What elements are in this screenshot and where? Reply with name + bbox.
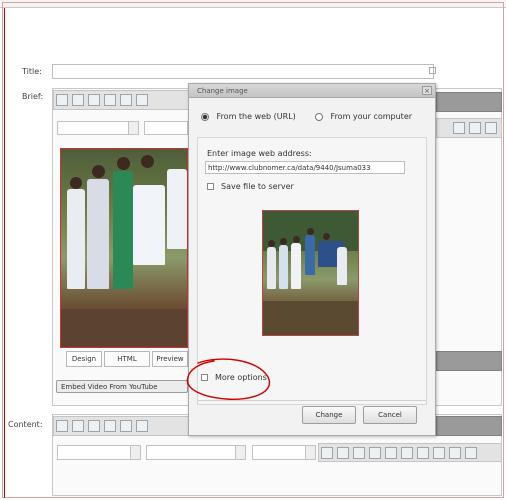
change-button[interactable]: Change (302, 406, 356, 424)
content-paragraph-dropdown[interactable] (57, 445, 141, 460)
photo-ground (61, 309, 187, 347)
paste-icon[interactable] (88, 94, 100, 106)
save-to-server-label: Save file to server (221, 182, 294, 191)
source-web-label: From the web (URL) (216, 112, 296, 121)
content-format-toolbar (318, 443, 502, 462)
close-icon[interactable]: × (422, 86, 432, 95)
content-toolbar (53, 416, 193, 436)
red-margin-line (4, 8, 5, 498)
cut-icon[interactable] (56, 94, 68, 106)
photo-child (133, 185, 165, 265)
numbering-icon[interactable] (433, 447, 445, 459)
font-dropdown[interactable] (144, 121, 188, 135)
title-resize-handle[interactable] (429, 67, 436, 74)
chevron-down-icon (130, 446, 140, 459)
numbering-icon[interactable] (469, 122, 481, 134)
brief-label: Brief: (22, 92, 44, 101)
redo-icon[interactable] (136, 420, 148, 432)
bold-icon[interactable] (321, 447, 333, 459)
content-toolbar-right (436, 416, 502, 436)
content-font-dropdown[interactable] (146, 445, 246, 460)
tab-html[interactable]: HTML (104, 351, 150, 367)
tab-design[interactable]: Design (66, 351, 102, 367)
annotation-ellipse (186, 358, 271, 400)
url-label: Enter image web address: (207, 149, 312, 158)
indent-icon[interactable] (485, 122, 497, 134)
radio-icon[interactable] (315, 112, 323, 121)
undo-icon[interactable] (120, 420, 132, 432)
content-label: Content: (8, 420, 43, 429)
italic-icon[interactable] (337, 447, 349, 459)
redo-icon[interactable] (136, 94, 148, 106)
copy-icon[interactable] (72, 94, 84, 106)
align-left-icon[interactable] (369, 447, 381, 459)
save-to-server-checkbox[interactable] (207, 183, 214, 190)
chevron-down-icon (128, 122, 138, 134)
chevron-down-icon (235, 446, 245, 459)
cut-icon[interactable] (56, 420, 68, 432)
content-size-dropdown[interactable] (252, 445, 316, 460)
brief-format-toolbar (436, 118, 502, 138)
outdent-icon[interactable] (465, 447, 477, 459)
source-computer-option[interactable]: From your computer (315, 112, 412, 121)
bullets-icon[interactable] (417, 447, 429, 459)
cancel-button[interactable]: Cancel (363, 406, 417, 424)
brief-toolbar (53, 90, 193, 110)
chevron-down-icon (305, 446, 315, 459)
brief-toolbar-right (436, 92, 502, 112)
source-computer-label: From your computer (330, 112, 413, 121)
align-center-icon[interactable] (385, 447, 397, 459)
photo-child (167, 169, 187, 249)
embed-video-button[interactable]: Embed Video From YouTube (56, 380, 188, 393)
paragraph-dropdown[interactable] (57, 121, 139, 135)
underline-icon[interactable] (353, 447, 365, 459)
title-input[interactable] (52, 64, 434, 79)
photo-child (67, 189, 85, 289)
image-url-input[interactable] (205, 161, 405, 174)
paste-text-icon[interactable] (104, 94, 116, 106)
paste-icon[interactable] (88, 420, 100, 432)
bullets-icon[interactable] (453, 122, 465, 134)
copy-icon[interactable] (72, 420, 84, 432)
align-right-icon[interactable] (401, 447, 413, 459)
indent-icon[interactable] (449, 447, 461, 459)
brief-photo[interactable] (60, 148, 188, 348)
undo-icon[interactable] (120, 94, 132, 106)
radio-selected-icon[interactable] (201, 112, 209, 121)
dialog-title: Change image (189, 84, 435, 98)
image-preview (262, 210, 359, 336)
title-label: Title: (22, 67, 42, 76)
photo-child (113, 171, 133, 289)
source-web-option[interactable]: From the web (URL) (201, 112, 296, 121)
paste-text-icon[interactable] (104, 420, 116, 432)
photo-child (87, 179, 109, 289)
brief-statusbar (436, 351, 502, 371)
